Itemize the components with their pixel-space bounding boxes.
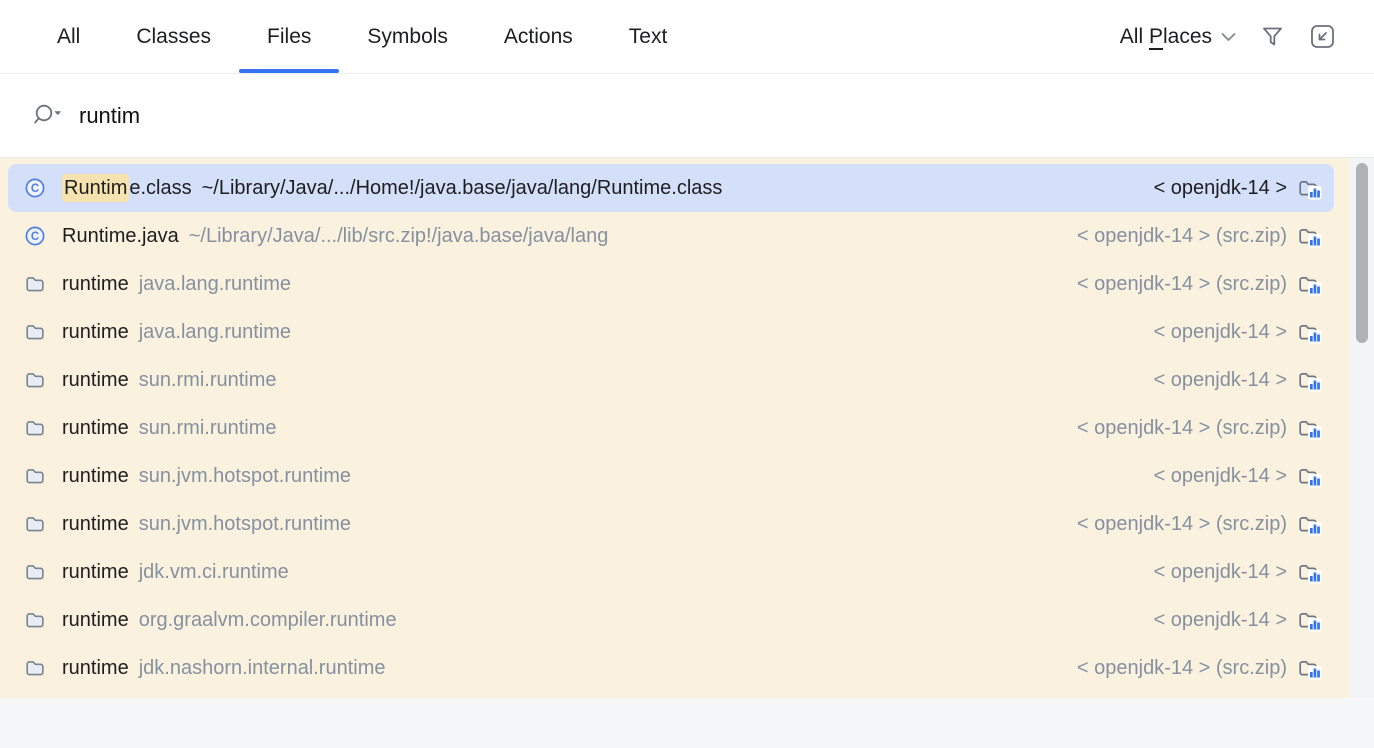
scope-selector[interactable]: All Places: [1120, 25, 1236, 49]
result-row-folder[interactable]: runtime java.lang.runtime < openjdk-14 >…: [8, 260, 1334, 308]
folder-icon: [24, 369, 46, 391]
jdk-scope-label: < openjdk-14 >: [1154, 465, 1287, 488]
library-icon: [1297, 225, 1322, 248]
match-highlight: Runtim: [62, 174, 129, 202]
filter-button[interactable]: [1260, 24, 1285, 49]
tab-classes[interactable]: Classes: [108, 0, 239, 73]
library-icon: [1297, 177, 1322, 200]
search-icon[interactable]: [31, 102, 65, 130]
file-name: Runtime.class: [62, 177, 192, 200]
folder-icon: [24, 657, 46, 679]
folder-icon: [24, 513, 46, 535]
result-row-runtime-class[interactable]: Runtime.class ~/Library/Java/.../Home!/j…: [8, 164, 1334, 212]
tab-all[interactable]: All: [29, 0, 108, 73]
tab-files[interactable]: Files: [239, 0, 339, 73]
folder-name: runtime: [62, 465, 129, 488]
jdk-scope-label: < openjdk-14 >: [1154, 561, 1287, 584]
result-row-folder[interactable]: runtime sun.jvm.hotspot.runtime < openjd…: [8, 500, 1334, 548]
scrollbar-thumb[interactable]: [1356, 163, 1368, 343]
library-icon: [1297, 465, 1322, 488]
folder-name: runtime: [62, 369, 129, 392]
jdk-scope-label: < openjdk-14 > (src.zip): [1077, 273, 1287, 296]
package-path: java.lang.runtime: [139, 273, 291, 296]
chevron-down-icon: [1221, 32, 1236, 42]
folder-icon: [24, 561, 46, 583]
folder-icon: [24, 417, 46, 439]
result-row-folder[interactable]: runtime sun.rmi.runtime < openjdk-14 > (…: [8, 404, 1334, 452]
result-row-folder[interactable]: runtime jdk.nashorn.internal.runtime < o…: [8, 644, 1334, 692]
folder-name: runtime: [62, 561, 129, 584]
library-icon: [1297, 273, 1322, 296]
file-path: ~/Library/Java/.../lib/src.zip!/java.bas…: [189, 225, 609, 248]
package-path: jdk.nashorn.internal.runtime: [139, 657, 386, 680]
funnel-icon: [1260, 24, 1285, 49]
search-everywhere-header: All Classes Files Symbols Actions Text A…: [0, 0, 1374, 74]
package-path: sun.jvm.hotspot.runtime: [139, 513, 351, 536]
package-path: java.lang.runtime: [139, 321, 291, 344]
dialog-footer: [0, 698, 1374, 748]
folder-name: runtime: [62, 321, 129, 344]
folder-icon: [24, 321, 46, 343]
tab-symbols[interactable]: Symbols: [339, 0, 476, 73]
file-name: Runtime.java: [62, 225, 179, 248]
jdk-scope-label: < openjdk-14 >: [1154, 321, 1287, 344]
tab-text[interactable]: Text: [601, 0, 696, 73]
folder-name: runtime: [62, 657, 129, 680]
library-icon: [1297, 561, 1322, 584]
library-icon: [1297, 321, 1322, 344]
arrow-down-left-square-icon: [1309, 23, 1336, 50]
jdk-scope-label: < openjdk-14 > (src.zip): [1077, 657, 1287, 680]
library-icon: [1297, 417, 1322, 440]
jdk-scope-label: < openjdk-14 > (src.zip): [1077, 513, 1287, 536]
tab-bar: All Classes Files Symbols Actions Text: [29, 0, 695, 73]
tab-label: Actions: [504, 25, 573, 49]
tab-label: All: [57, 25, 80, 49]
library-icon: [1297, 609, 1322, 632]
jdk-scope-label: < openjdk-14 >: [1154, 177, 1287, 200]
search-query-text: runtim: [79, 103, 140, 129]
tab-label: Text: [629, 25, 668, 49]
search-input[interactable]: runtim: [0, 74, 1374, 158]
folder-icon: [24, 273, 46, 295]
package-path: sun.rmi.runtime: [139, 369, 277, 392]
result-row-folder[interactable]: runtime org.graalvm.compiler.runtime < o…: [8, 596, 1334, 644]
package-path: jdk.vm.ci.runtime: [139, 561, 289, 584]
result-row-folder[interactable]: runtime sun.rmi.runtime < openjdk-14 >: [8, 356, 1334, 404]
jdk-scope-label: < openjdk-14 >: [1154, 609, 1287, 632]
library-icon: [1297, 369, 1322, 392]
scope-label: All Places: [1120, 25, 1212, 49]
library-icon: [1297, 657, 1322, 680]
scrollbar-track[interactable]: [1350, 158, 1374, 698]
open-in-find-window-button[interactable]: [1309, 23, 1336, 50]
tab-label: Symbols: [367, 25, 448, 49]
folder-name: runtime: [62, 273, 129, 296]
folder-name: runtime: [62, 609, 129, 632]
class-icon: [24, 225, 46, 247]
result-row-folder[interactable]: runtime sun.jvm.hotspot.runtime < openjd…: [8, 452, 1334, 500]
tab-label: Files: [267, 25, 311, 49]
result-row-folder[interactable]: runtime java.lang.runtime < openjdk-14 >: [8, 308, 1334, 356]
jdk-scope-label: < openjdk-14 > (src.zip): [1077, 417, 1287, 440]
jdk-scope-label: < openjdk-14 > (src.zip): [1077, 225, 1287, 248]
folder-icon: [24, 465, 46, 487]
class-icon: [24, 177, 46, 199]
folder-name: runtime: [62, 417, 129, 440]
results-list: Runtime.class ~/Library/Java/.../Home!/j…: [0, 158, 1374, 698]
library-icon: [1297, 513, 1322, 536]
file-path: ~/Library/Java/.../Home!/java.base/java/…: [202, 177, 723, 200]
package-path: sun.jvm.hotspot.runtime: [139, 465, 351, 488]
result-row-folder[interactable]: runtime jdk.vm.ci.runtime < openjdk-14 >: [8, 548, 1334, 596]
folder-icon: [24, 609, 46, 631]
package-path: sun.rmi.runtime: [139, 417, 277, 440]
tab-label: Classes: [136, 25, 211, 49]
folder-name: runtime: [62, 513, 129, 536]
package-path: org.graalvm.compiler.runtime: [139, 609, 397, 632]
jdk-scope-label: < openjdk-14 >: [1154, 369, 1287, 392]
tab-actions[interactable]: Actions: [476, 0, 601, 73]
result-row-runtime-java[interactable]: Runtime.java ~/Library/Java/.../lib/src.…: [8, 212, 1334, 260]
